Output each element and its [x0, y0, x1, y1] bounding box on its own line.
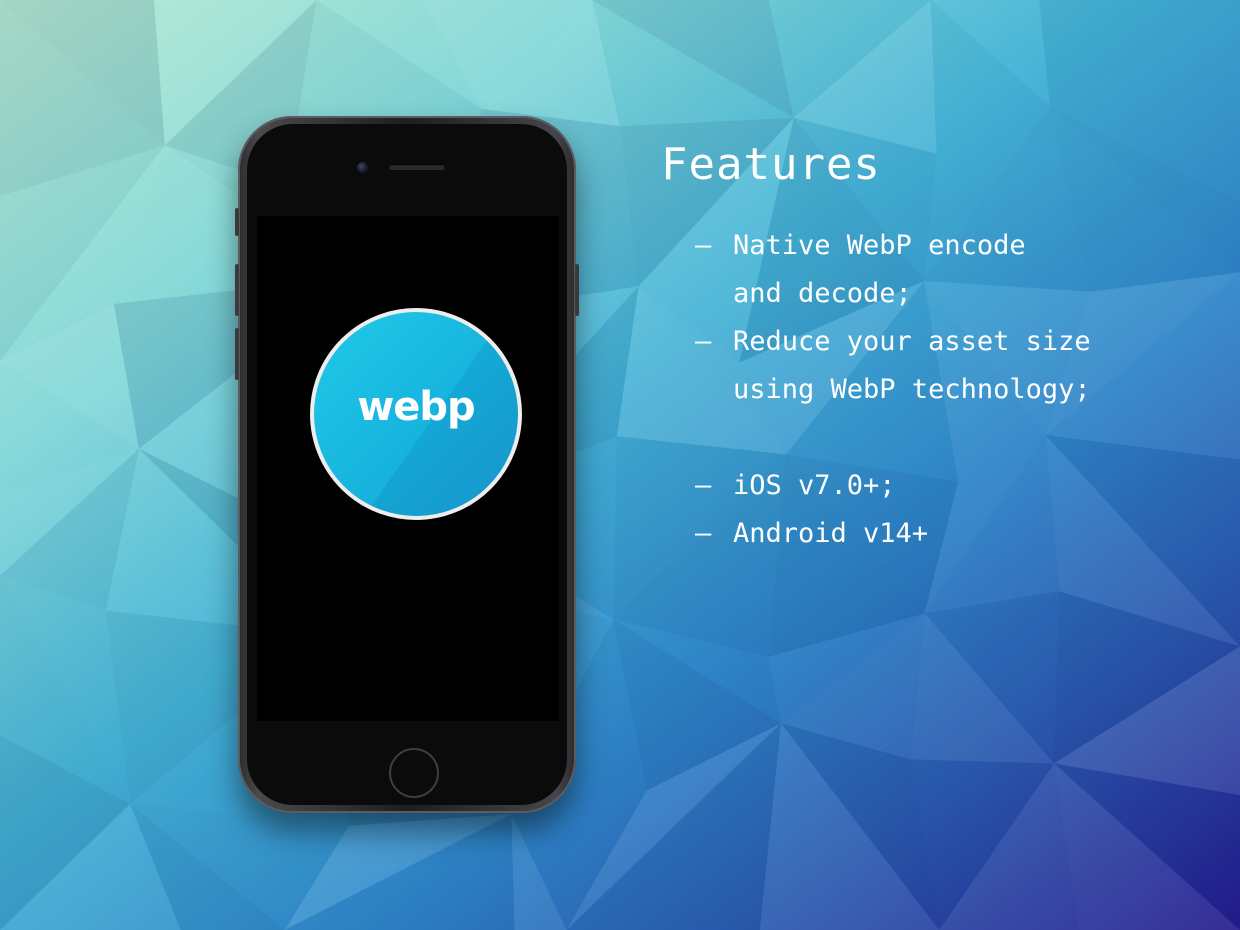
phone-front: webp: [247, 124, 567, 805]
bullet-dash: –: [695, 470, 712, 501]
phone-screen: webp: [257, 216, 559, 721]
feature-item: – Reduce your asset size using WebP tech…: [695, 318, 1215, 414]
iphone-device: webp: [235, 116, 579, 813]
volume-down-button: [235, 328, 239, 380]
feature-item: – Native WebP encode and decode;: [695, 222, 1215, 318]
feature-text: Reduce your asset size using WebP techno…: [733, 326, 1091, 405]
front-camera-icon: [357, 162, 368, 173]
home-button[interactable]: [389, 748, 439, 798]
feature-text: Native WebP encode and decode;: [733, 230, 1026, 309]
webp-logo-text: webp: [357, 384, 475, 430]
bullet-dash: –: [695, 326, 712, 357]
feature-text: Android v14+: [733, 518, 929, 549]
features-title: Features: [661, 139, 881, 190]
bullet-dash: –: [695, 518, 712, 549]
volume-up-button: [235, 264, 239, 316]
feature-item: – iOS v7.0+;: [695, 462, 1215, 510]
feature-item: – Android v14+: [695, 510, 1215, 558]
feature-text: iOS v7.0+;: [733, 470, 896, 501]
features-list: – Native WebP encode and decode; – Reduc…: [695, 222, 1215, 558]
webp-logo: webp: [310, 308, 522, 520]
earpiece-speaker: [389, 164, 445, 170]
mute-switch: [235, 208, 239, 236]
power-button: [575, 264, 579, 316]
bullet-dash: –: [695, 230, 712, 261]
